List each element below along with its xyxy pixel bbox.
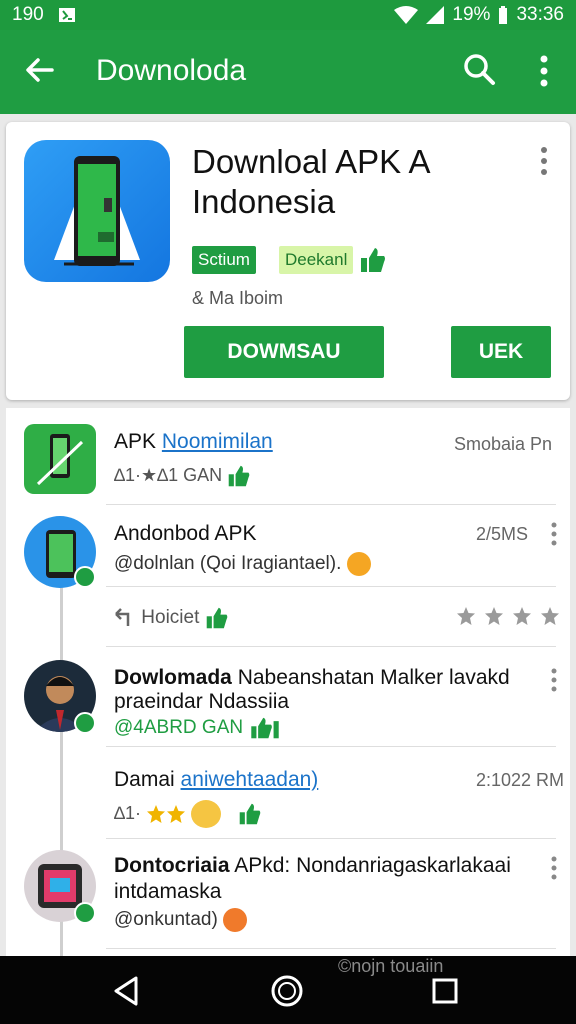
item-sub: @4ABRD GAN — [114, 716, 282, 740]
thumbs-up-icon[interactable] — [248, 716, 282, 740]
divider — [106, 948, 556, 949]
more-vert-icon[interactable] — [550, 856, 558, 880]
star-icon[interactable] — [512, 606, 532, 626]
comment-list: APK Noomimilan Smobaia Pn ∆1·★∆1 GAN And… — [6, 408, 570, 956]
category-tag[interactable]: Sctium — [192, 246, 256, 274]
app-icon-small — [24, 424, 96, 494]
item-sub-text: @dolnlan (Qoi Iragiantael). — [114, 553, 342, 575]
more-vert-icon[interactable] — [532, 52, 556, 90]
item-title-rest: APkd: Nondanriagaskarlakaai — [234, 854, 511, 877]
download-button[interactable]: DOWMSAU — [184, 326, 384, 378]
signal-icon — [426, 6, 445, 24]
thumbs-up-icon[interactable] — [238, 802, 262, 826]
item-sub: @onkuntad) — [114, 908, 248, 932]
list-item[interactable]: Andonbod APK 2/5MS @dolnlan (Qoi Iragian… — [6, 504, 570, 588]
secondary-button[interactable]: UEK — [451, 326, 551, 378]
battery-percent: 19% — [452, 4, 491, 25]
app-bar-title: Downoloda — [96, 54, 247, 87]
app-subtitle: & Ma Iboim — [192, 288, 284, 308]
status-badge — [74, 566, 96, 588]
more-vert-icon[interactable] — [536, 146, 552, 176]
app-bar: Downoloda — [0, 30, 576, 114]
notification-icon — [58, 8, 75, 22]
list-item[interactable]: Hoiciet — [6, 586, 570, 646]
thumbs-up-icon[interactable] — [227, 464, 251, 488]
battery-icon — [499, 6, 508, 24]
arrow-left-icon[interactable] — [22, 52, 58, 88]
item-title: Andonbod APK — [114, 522, 257, 545]
item-meta: Smobaia Pn — [454, 434, 553, 454]
thumbs-up-icon[interactable] — [360, 246, 386, 274]
secondary-tag[interactable]: Deekanl — [279, 246, 354, 274]
item-sub: ∆1· — [114, 800, 262, 828]
navigation-bar — [0, 956, 576, 1024]
app-card: Downloal APK A Indonesia Sctium Deekanl … — [6, 122, 570, 400]
thumbs-up-icon[interactable] — [205, 606, 229, 630]
item-title: Damai aniwehtaadan) — [114, 768, 318, 792]
status-time: 33:36 — [516, 4, 564, 25]
item-sub: ∆1·★∆1 GAN — [114, 464, 251, 488]
status-badge — [74, 712, 96, 734]
status-bar: 190 19% 33:36 — [0, 0, 576, 30]
more-vert-icon[interactable] — [550, 522, 558, 546]
item-title-link[interactable]: Noomimilan — [162, 430, 273, 453]
item-title-link[interactable]: aniwehtaadan) — [181, 768, 319, 791]
item-title-bold: Dontocriaia — [114, 854, 230, 877]
item-sub: @dolnlan (Qoi Iragiantael). — [114, 552, 371, 576]
phone-icon — [36, 434, 84, 486]
item-title: Dowlomada Nabeanshatan Malker lavakd — [114, 666, 510, 690]
angry-emoji-icon — [223, 908, 248, 932]
item-title-prefix: Damai — [114, 768, 175, 791]
app-title: Downloal APK A Indonesia — [192, 143, 429, 220]
star-icon — [147, 805, 186, 823]
list-item[interactable]: APK Noomimilan Smobaia Pn ∆1·★∆1 GAN — [6, 408, 570, 504]
app-icon — [24, 140, 170, 282]
item-meta: 2/5MS — [476, 524, 529, 544]
item-sub-text: Hoiciet — [141, 607, 200, 629]
status-badge — [74, 902, 96, 924]
item-sub-text: @onkuntad) — [114, 909, 218, 931]
star-icon[interactable] — [456, 606, 476, 626]
more-vert-icon[interactable] — [550, 668, 558, 692]
item-meta: 2:1022 RM — [476, 770, 565, 790]
star-icon[interactable] — [484, 606, 504, 626]
status-left-text: 190 — [12, 4, 44, 25]
list-item[interactable]: Dowlomada Nabeanshatan Malker lavakd pra… — [6, 646, 570, 746]
item-title-bold: Dowlomada — [114, 666, 232, 689]
item-title-rest: Nabeanshatan Malker lavakd — [237, 666, 510, 689]
angry-emoji-icon — [346, 552, 371, 576]
item-title-line2: praeindar Ndassiia — [114, 690, 290, 713]
list-item[interactable]: Damai aniwehtaadan) 2:1022 RM ∆1· — [6, 746, 570, 838]
item-title: APK Noomimilan — [114, 430, 273, 454]
square-recent-icon[interactable] — [428, 974, 462, 1008]
item-title-line2: intdamaska — [114, 880, 222, 903]
triangle-back-icon[interactable] — [110, 974, 144, 1008]
item-title-prefix: APK — [114, 430, 157, 453]
item-sub-text: ∆1· — [114, 802, 142, 823]
watermark-text: ©nojn touaiin — [338, 956, 444, 976]
list-item[interactable]: Dontocriaia APkd: Nondanriagaskarlakaai … — [6, 838, 570, 948]
star-rating[interactable] — [456, 606, 560, 626]
search-icon[interactable] — [462, 52, 496, 86]
item-sub-text: ∆1·★∆1 GAN — [114, 464, 223, 485]
phone-app-icon — [54, 156, 140, 266]
emoji-sticker-icon — [191, 800, 222, 828]
item-sub: Hoiciet — [114, 606, 229, 630]
star-icon[interactable] — [540, 606, 560, 626]
circle-home-icon[interactable] — [270, 974, 304, 1008]
item-sub-text: @4ABRD GAN — [114, 717, 244, 739]
item-title: Dontocriaia APkd: Nondanriagaskarlakaai — [114, 854, 511, 878]
reply-icon[interactable] — [114, 608, 136, 628]
wifi-icon — [394, 6, 419, 24]
